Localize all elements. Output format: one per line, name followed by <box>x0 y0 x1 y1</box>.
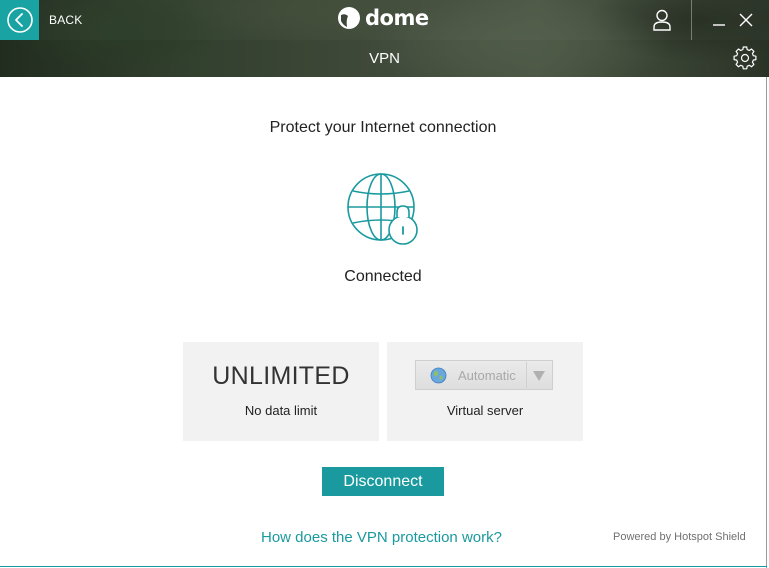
virtual-server-label: Virtual server <box>446 403 524 418</box>
settings-button[interactable] <box>733 46 757 70</box>
gear-icon <box>733 46 757 70</box>
triangle-down-icon <box>533 371 545 381</box>
window-border-right <box>766 77 767 568</box>
vpn-help-link[interactable]: How does the VPN protection work? <box>261 529 502 546</box>
data-limit-value: UNLIMITED <box>212 362 350 390</box>
back-label[interactable]: BACK <box>49 13 82 27</box>
data-limit-label: No data limit <box>244 403 318 418</box>
globe-icon <box>430 367 447 384</box>
virtual-server-card: Automatic Virtual server <box>387 342 583 441</box>
title-bar-divider <box>691 0 692 40</box>
close-icon <box>739 13 753 27</box>
logo: dome <box>337 6 429 30</box>
select-divider <box>526 362 527 388</box>
globe-lock-icon <box>347 173 418 245</box>
minimize-icon <box>713 24 725 26</box>
headline: Protect your Internet connection <box>269 119 497 136</box>
server-select[interactable]: Automatic <box>415 360 553 390</box>
chevron-left-circle-icon <box>6 7 33 33</box>
user-icon <box>653 9 671 31</box>
data-limit-card: UNLIMITED No data limit <box>183 342 379 441</box>
window-border-bottom <box>0 566 767 567</box>
user-button[interactable] <box>646 4 678 36</box>
logo-text: dome <box>365 6 429 30</box>
close-button[interactable] <box>735 8 757 32</box>
disconnect-button[interactable]: Disconnect <box>322 467 444 496</box>
back-button[interactable] <box>0 0 39 40</box>
panda-logo-icon <box>338 7 360 29</box>
vpn-window: BACK dome VPN Protect your Internet conn… <box>0 0 769 568</box>
minimize-button[interactable] <box>708 8 730 32</box>
powered-by-text: Powered by Hotspot Shield <box>613 531 746 543</box>
server-select-value: Automatic <box>458 368 516 383</box>
page-title: VPN <box>369 50 400 67</box>
header: BACK dome VPN <box>0 0 769 77</box>
connection-status: Connected <box>344 268 422 285</box>
